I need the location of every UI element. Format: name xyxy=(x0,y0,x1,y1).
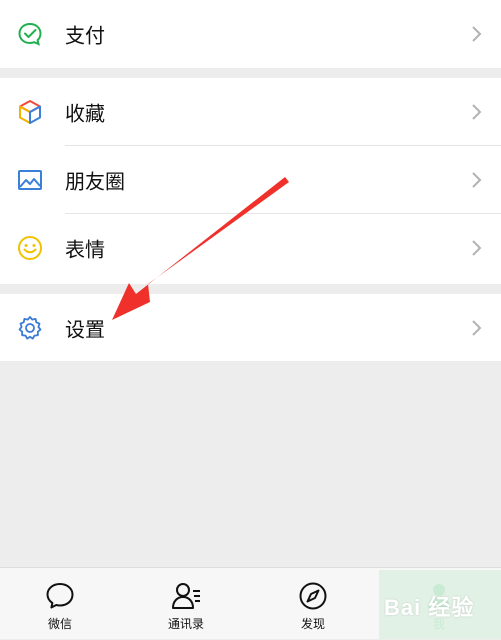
gear-icon xyxy=(17,315,43,341)
menu-item-label: 收藏 xyxy=(65,101,105,126)
favorites-cube-icon xyxy=(17,99,43,125)
chevron-right-icon xyxy=(472,104,482,120)
tab-label: 通讯录 xyxy=(167,617,204,631)
menu-item-label: 表情 xyxy=(65,237,105,262)
tab-label: 发现 xyxy=(300,617,325,631)
menu-group-settings: 设置 xyxy=(0,294,501,361)
tab-discover[interactable]: 发现 xyxy=(253,568,373,640)
menu-group-pay: 支付 xyxy=(0,0,501,68)
menu-item-favorites[interactable]: 收藏 xyxy=(0,78,501,146)
menu-item-settings[interactable]: 设置 xyxy=(0,294,501,362)
chevron-right-icon xyxy=(472,240,482,256)
chevron-right-icon xyxy=(472,172,482,188)
tab-chats[interactable]: 微信 xyxy=(0,568,120,640)
compass-icon xyxy=(299,582,327,610)
emoji-smile-icon xyxy=(17,235,43,261)
moments-image-icon xyxy=(17,167,43,193)
menu-item-stickers[interactable]: 表情 xyxy=(0,214,501,282)
pay-icon xyxy=(17,21,43,47)
menu-item-moments[interactable]: 朋友圈 xyxy=(0,146,501,214)
watermark: Bai 经验 xyxy=(384,595,475,620)
menu-item-label: 支付 xyxy=(65,23,105,48)
menu-item-label: 设置 xyxy=(65,317,105,342)
contacts-icon xyxy=(172,583,200,609)
chat-bubble-icon xyxy=(46,583,74,609)
tab-contacts[interactable]: 通讯录 xyxy=(126,568,246,640)
menu-item-pay[interactable]: 支付 xyxy=(0,0,501,68)
menu-group-favorites: 收藏 朋友圈 表情 xyxy=(0,78,501,284)
chevron-right-icon xyxy=(472,320,482,336)
chevron-right-icon xyxy=(472,26,482,42)
menu-item-label: 朋友圈 xyxy=(65,169,125,194)
tab-label: 微信 xyxy=(47,617,72,631)
